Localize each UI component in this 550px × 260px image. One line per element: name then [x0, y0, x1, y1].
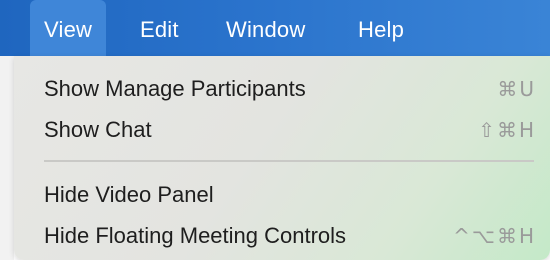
view-dropdown-menu: Show Manage Participants ⌘U Show Chat ⇧⌘… [14, 56, 550, 260]
menu-separator [44, 160, 534, 162]
menu-item-label: Hide Floating Meeting Controls [44, 223, 347, 248]
menu-item-show-chat[interactable]: Show Chat ⇧⌘H [14, 109, 550, 151]
shortcut-label: ^⌥⌘H [453, 224, 536, 248]
menu-view[interactable]: View [30, 0, 107, 56]
menu-item-label: Show Chat [44, 117, 152, 142]
background-window-edge [0, 56, 14, 260]
shortcut-label: ⌘U [497, 77, 536, 101]
menu-item-show-manage-participants[interactable]: Show Manage Participants ⌘U [14, 68, 550, 110]
menu-window[interactable]: Window [212, 0, 319, 56]
menu-bar: View Edit Window Help [0, 0, 550, 56]
menu-item-hide-floating-meeting-controls[interactable]: Hide Floating Meeting Controls ^⌥⌘H [14, 215, 550, 257]
menu-help[interactable]: Help [344, 0, 418, 56]
shortcut-label: ⇧⌘H [478, 118, 536, 142]
menu-item-hide-video-panel[interactable]: Hide Video Panel [14, 174, 550, 216]
menu-edit[interactable]: Edit [126, 0, 193, 56]
menu-item-label: Show Manage Participants [44, 76, 306, 101]
menu-item-label: Hide Video Panel [44, 182, 214, 207]
